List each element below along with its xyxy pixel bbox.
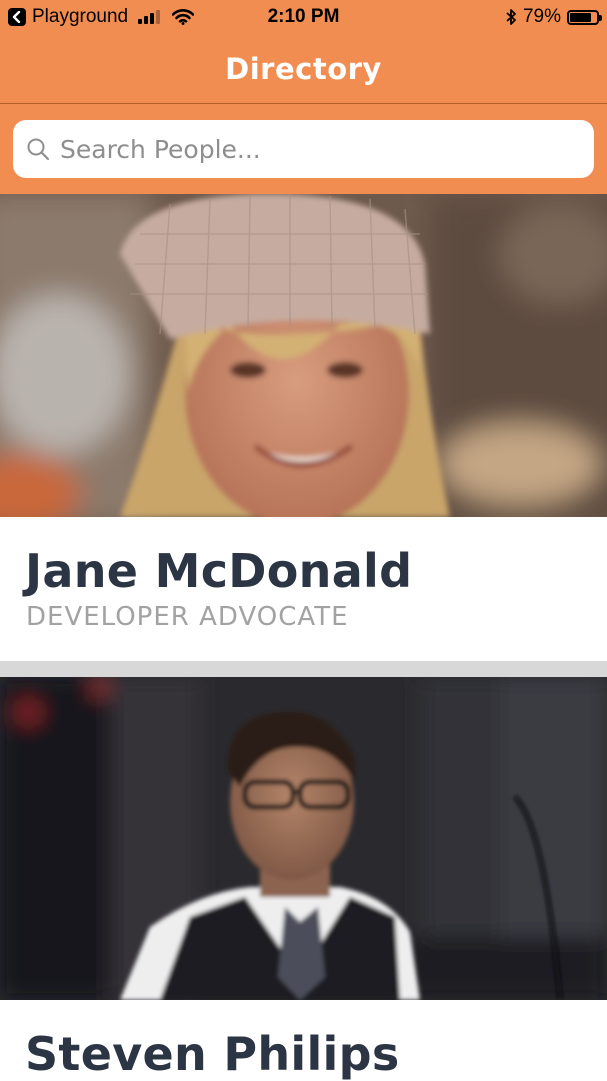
search-box[interactable] xyxy=(13,120,594,178)
status-right: 79% xyxy=(505,6,602,28)
person-title: DEVELOPER ADVOCATE xyxy=(26,602,349,632)
battery-percent: 79% xyxy=(522,6,561,27)
person-card[interactable]: Jane McDonald DEVELOPER ADVOCATE xyxy=(0,194,607,661)
person-card[interactable]: Steven Philips xyxy=(0,677,607,1081)
page-title: Directory xyxy=(225,51,382,86)
person-photo xyxy=(0,677,607,1000)
battery-icon xyxy=(567,9,602,25)
search-bar xyxy=(0,104,607,194)
person-name: Jane McDonald xyxy=(25,544,413,598)
navigation-bar: Directory xyxy=(0,34,607,104)
person-photo xyxy=(0,194,607,517)
search-icon xyxy=(26,137,50,161)
bluetooth-icon xyxy=(505,8,517,26)
battery-level xyxy=(570,12,591,22)
person-name: Steven Philips xyxy=(25,1027,400,1081)
battery-cap xyxy=(599,14,602,21)
status-bar: Playground 2:10 PM 79% xyxy=(0,0,607,34)
card-divider xyxy=(0,661,607,677)
search-input[interactable] xyxy=(60,134,560,164)
